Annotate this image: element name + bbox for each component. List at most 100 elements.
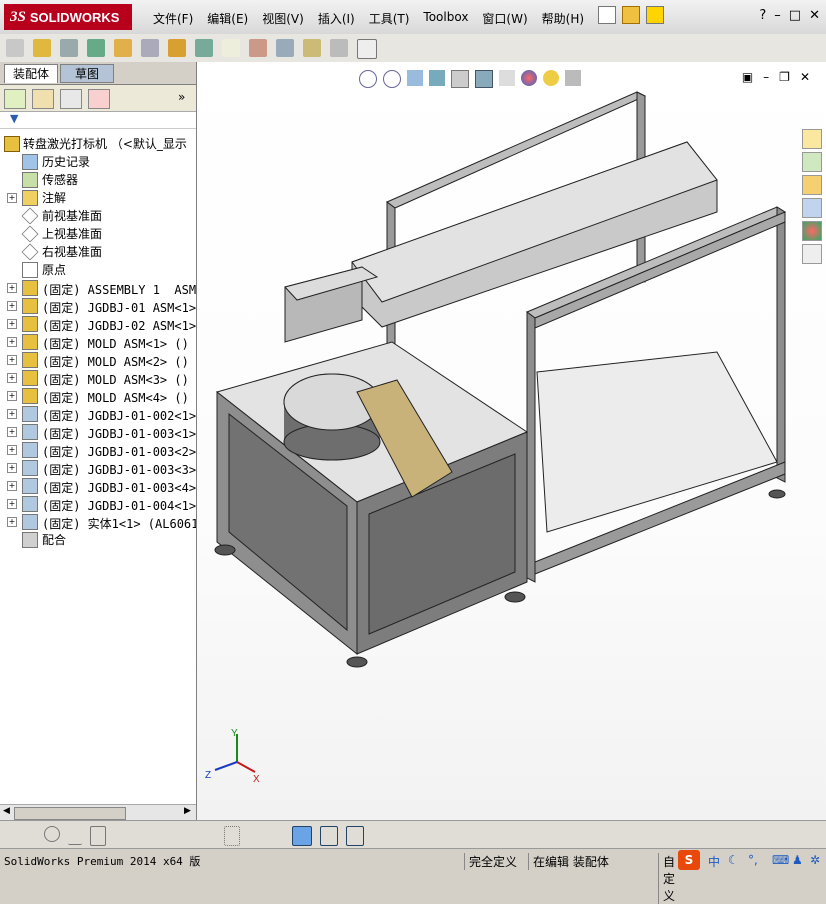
tree-item[interactable]: + (固定) JGDBJ-01-003<2> (A: [0, 440, 196, 458]
dimension-icon[interactable]: [202, 826, 216, 844]
ime-user-icon[interactable]: ♟: [792, 853, 803, 867]
features-icon[interactable]: [195, 39, 213, 57]
home-icon[interactable]: [802, 129, 822, 149]
expand-toggle-icon[interactable]: +: [7, 373, 17, 383]
edit-component-icon[interactable]: [60, 39, 78, 57]
bom-icon[interactable]: [249, 39, 267, 57]
pattern-icon[interactable]: [87, 39, 105, 57]
tree-item[interactable]: + (固定) JGDBJ-02_ASM<1> (: [0, 314, 196, 332]
reference-geometry-icon[interactable]: [222, 39, 240, 57]
tree-item[interactable]: + (固定) JGDBJ-01-002<1> (A: [0, 404, 196, 422]
ime-punct-icon[interactable]: °,: [748, 853, 758, 867]
scroll-left-icon[interactable]: ◀: [3, 806, 10, 816]
minimize-button[interactable]: –: [774, 8, 781, 23]
menu-file[interactable]: 文件(F): [146, 8, 200, 29]
tree-item[interactable]: 配合: [0, 530, 196, 548]
line-icon[interactable]: [68, 826, 82, 845]
trim-icon[interactable]: [114, 826, 128, 844]
menu-edit[interactable]: 编辑(E): [200, 8, 255, 29]
propertymanager-icon[interactable]: [32, 89, 54, 109]
scroll-thumb[interactable]: [14, 807, 126, 820]
snapshot-icon[interactable]: [357, 39, 377, 59]
tree-item[interactable]: 右视基准面: [0, 242, 196, 260]
close-button[interactable]: ✕: [809, 8, 820, 23]
tree-item[interactable]: 历史记录: [0, 152, 196, 170]
instant3d-icon[interactable]: [330, 39, 348, 57]
status-custom[interactable]: 自定义: [658, 853, 679, 904]
tree-item[interactable]: + (固定) JGDBJ-01-004<1> (A: [0, 494, 196, 512]
tree-item[interactable]: 前视基准面: [0, 206, 196, 224]
menu-insert[interactable]: 插入(I): [311, 8, 362, 29]
ime-lang[interactable]: 中: [708, 853, 720, 870]
expand-toggle-icon[interactable]: +: [7, 481, 17, 491]
polygon-icon[interactable]: [90, 826, 106, 846]
custom-properties-icon[interactable]: [802, 244, 822, 264]
scroll-right-icon[interactable]: ▶: [184, 806, 191, 816]
restore-button[interactable]: □: [789, 8, 801, 23]
mate-icon[interactable]: [114, 39, 132, 57]
ime-moon-icon[interactable]: ☾: [728, 853, 739, 867]
graphics-area[interactable]: ▣ – ❐ ✕ Y X Z: [197, 62, 826, 820]
filter-icon[interactable]: ▼: [10, 112, 18, 125]
expand-toggle-icon[interactable]: +: [7, 193, 17, 203]
fillet-icon[interactable]: [158, 826, 172, 844]
tab-assembly[interactable]: 装配体: [4, 64, 58, 83]
view-palette-icon[interactable]: [802, 198, 822, 218]
ime-settings-icon[interactable]: ✲: [810, 853, 820, 867]
appearances-icon[interactable]: [802, 221, 822, 241]
offset-icon[interactable]: [180, 826, 194, 844]
tree-item[interactable]: + (固定) 实体1<1> (AL6061+无: [0, 512, 196, 530]
mirror-icon[interactable]: [136, 826, 150, 844]
box-select-icon[interactable]: [248, 826, 262, 844]
tree-item[interactable]: 原点: [0, 260, 196, 278]
tab-sketch[interactable]: 草图: [60, 64, 114, 83]
window-cascade-icon[interactable]: [346, 826, 364, 846]
smart-fastener-icon[interactable]: [168, 39, 186, 57]
section-icon[interactable]: [270, 826, 284, 844]
warning-icon[interactable]: [646, 6, 664, 24]
open-part-icon[interactable]: [33, 39, 51, 57]
point-icon[interactable]: [22, 826, 36, 844]
tree-root[interactable]: 转盘激光打标机 （<默认_显示: [0, 134, 196, 152]
tree-item[interactable]: + (固定) MOLD_ASM<2> (): [0, 350, 196, 368]
ime-keyboard-icon[interactable]: ⌨: [772, 853, 789, 867]
assembly-icon[interactable]: [6, 39, 24, 57]
expand-chevron-icon[interactable]: »: [178, 90, 185, 104]
shaded-view-icon[interactable]: [292, 826, 312, 846]
circle-icon[interactable]: [44, 826, 60, 842]
expand-toggle-icon[interactable]: +: [7, 427, 17, 437]
expand-toggle-icon[interactable]: +: [7, 517, 17, 527]
expand-toggle-icon[interactable]: +: [7, 463, 17, 473]
tree-item[interactable]: + (固定) JGDBJ-01-003<4> (A: [0, 476, 196, 494]
solidworks-logo[interactable]: 3S SOLIDWORKS: [4, 4, 132, 30]
expand-toggle-icon[interactable]: +: [7, 301, 17, 311]
menu-view[interactable]: 视图(V): [255, 8, 311, 29]
tree-item[interactable]: 传感器: [0, 170, 196, 188]
tree-scrollbar[interactable]: ◀ ▶: [0, 804, 196, 821]
featuremanager-icon[interactable]: [4, 89, 26, 109]
menu-help[interactable]: 帮助(H): [535, 8, 591, 29]
expand-toggle-icon[interactable]: +: [7, 355, 17, 365]
tree-item[interactable]: + (固定) JGDBJ-01-003<3> (A: [0, 458, 196, 476]
open-icon[interactable]: [622, 6, 640, 24]
ime-logo[interactable]: S: [678, 850, 700, 870]
expand-toggle-icon[interactable]: +: [7, 445, 17, 455]
move-icon[interactable]: [141, 39, 159, 57]
expand-toggle-icon[interactable]: +: [7, 283, 17, 293]
menu-window[interactable]: 窗口(W): [475, 8, 534, 29]
tree-item[interactable]: + (固定) MOLD_ASM<3> (): [0, 368, 196, 386]
help-button[interactable]: ?: [759, 8, 766, 23]
expand-toggle-icon[interactable]: +: [7, 337, 17, 347]
tree-item[interactable]: + (固定) MOLD_ASM<4> (): [0, 386, 196, 404]
tree-item[interactable]: + (固定) ASSEMBLY_1__ASM<1>: [0, 278, 196, 296]
tree-item[interactable]: + (固定) MOLD_ASM<1> (): [0, 332, 196, 350]
grid-icon[interactable]: [224, 826, 240, 846]
configurationmanager-icon[interactable]: [60, 89, 82, 109]
menu-toolbox[interactable]: Toolbox: [416, 8, 475, 29]
expand-toggle-icon[interactable]: +: [7, 391, 17, 401]
sketch-icon[interactable]: [303, 39, 321, 57]
expand-toggle-icon[interactable]: +: [7, 319, 17, 329]
displaymanager-icon[interactable]: [88, 89, 110, 109]
tree-item[interactable]: + (固定) JGDBJ-01_ASM<1> (: [0, 296, 196, 314]
expand-toggle-icon[interactable]: +: [7, 499, 17, 509]
